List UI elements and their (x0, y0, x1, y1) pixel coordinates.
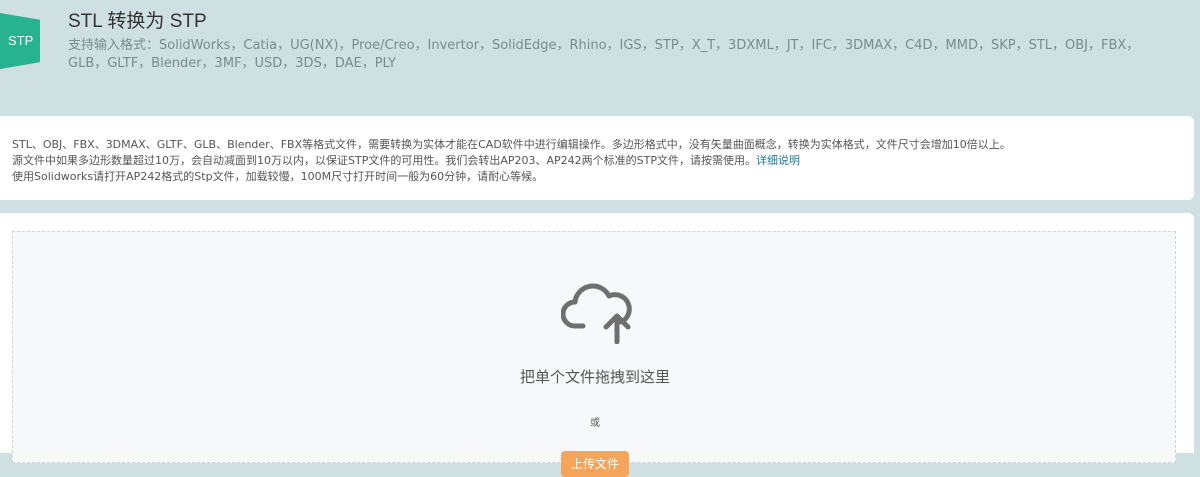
drop-instruction: 把单个文件拖拽到这里 (519, 368, 670, 386)
info-line-3: 使用Solidworks请打开AP242格式的Stp文件，加载较慢，100M尺寸… (12, 170, 544, 183)
info-panel: STL、OBJ、FBX、3DMAX、GLTF、GLB、Blender、FBX等格… (0, 116, 1194, 200)
or-separator: 或 (590, 418, 600, 429)
info-line-2: 源文件中如果多边形数量超过10万，会自动减面到10万以内，以保证STP文件的可用… (12, 152, 800, 168)
cloud-upload-icon (561, 283, 632, 344)
page-title: STL 转换为 STP (68, 11, 207, 32)
logo-text: STP (8, 33, 34, 48)
supported-formats: 支持输入格式：SolidWorks，Catia，UG(NX)，Proe/Creo… (68, 38, 1140, 71)
file-dropzone[interactable]: 把单个文件拖拽到这里 或 上传文件 (12, 231, 1176, 477)
upload-panel: 把单个文件拖拽到这里 或 上传文件 (0, 213, 1194, 477)
stp-logo-icon: STP (0, 13, 40, 69)
details-link[interactable]: 详细说明 (756, 154, 800, 167)
upload-file-button[interactable]: 上传文件 (561, 451, 629, 477)
info-line-1: STL、OBJ、FBX、3DMAX、GLTF、GLB、Blender、FBX等格… (12, 138, 1011, 151)
header: STP STL 转换为 STP 支持输入格式：SolidWorks，Catia，… (0, 0, 1200, 116)
info-line-2-text: 源文件中如果多边形数量超过10万，会自动减面到10万以内，以保证STP文件的可用… (12, 154, 756, 167)
